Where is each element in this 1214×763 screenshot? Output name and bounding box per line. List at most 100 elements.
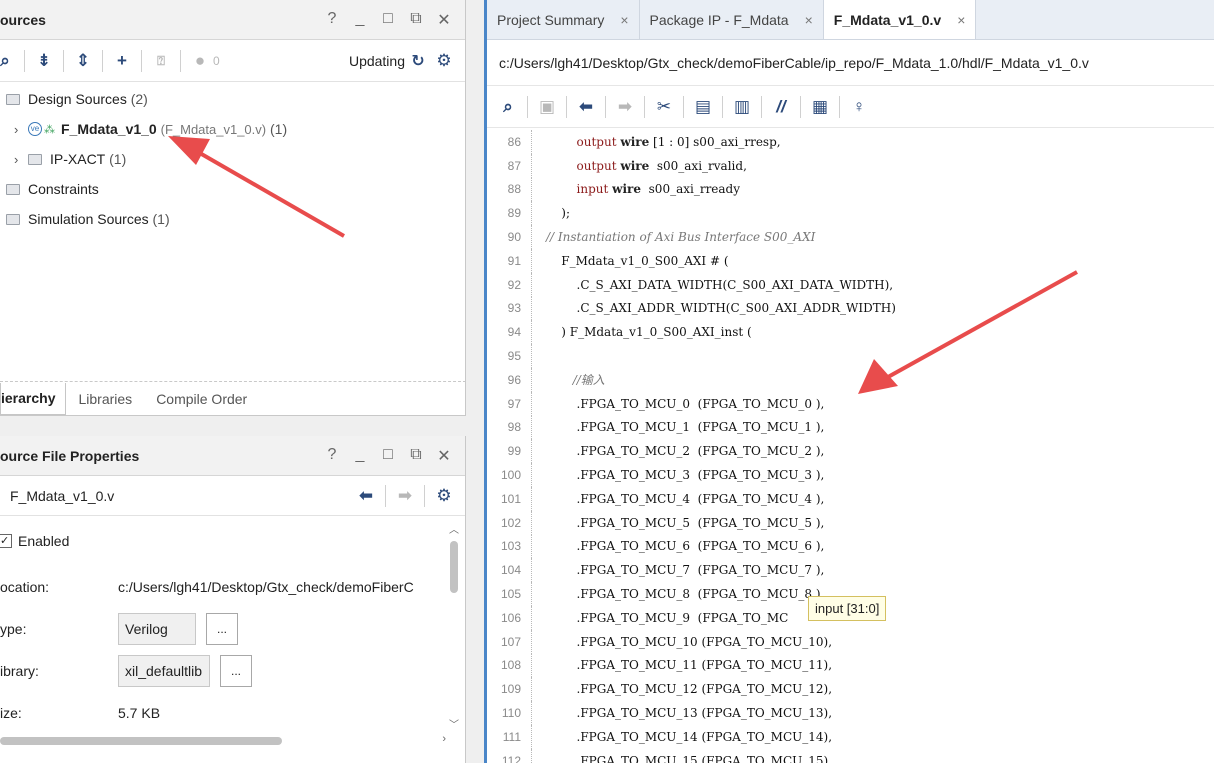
code-line[interactable]: 111 .FPGA_TO_MCU_14 (FPGA_TO_MCU_14), <box>487 724 1214 749</box>
column-select-icon[interactable]: ▦ <box>807 94 833 120</box>
search-icon[interactable]: ⌕ <box>0 48 18 74</box>
expand-all-icon[interactable]: ⇕ <box>70 48 96 74</box>
cut-icon[interactable]: ✂ <box>651 94 677 120</box>
code-line[interactable]: 110 .FPGA_TO_MCU_13 (FPGA_TO_MCU_13), <box>487 701 1214 725</box>
line-number: 110 <box>501 706 521 721</box>
help-icon[interactable]: ? <box>325 446 339 466</box>
type-label: ype: <box>0 621 27 637</box>
code-line[interactable]: 109 .FPGA_TO_MCU_12 (FPGA_TO_MCU_12), <box>487 677 1214 702</box>
code-line[interactable]: 108 .FPGA_TO_MCU_11 (FPGA_TO_MCU_11), <box>487 653 1214 678</box>
scroll-thumb[interactable] <box>450 541 458 593</box>
search-icon[interactable]: ⌕ <box>495 94 521 120</box>
code-line[interactable]: 104 .FPGA_TO_MCU_7 (FPGA_TO_MCU_7 ), <box>487 558 1214 583</box>
maximize-icon[interactable]: □ <box>381 446 395 466</box>
code-line[interactable]: 87 output wire s00_axi_rvalid, <box>487 153 1214 178</box>
type-field[interactable]: Verilog <box>118 613 196 645</box>
library-field[interactable]: xil_defaultlib <box>118 655 210 687</box>
back-arrow-icon[interactable]: ⬅ <box>353 483 379 509</box>
line-number: 112 <box>501 753 521 763</box>
scroll-right-icon[interactable]: › <box>442 733 446 745</box>
code-text: .FPGA_TO_MCU_12 (FPGA_TO_MCU_12), <box>546 682 833 697</box>
scroll-down-icon[interactable]: ﹀ <box>446 716 462 731</box>
settings-gear-icon[interactable]: ⚙ <box>431 48 457 74</box>
tree-item-detail: (F_Mdata_v1_0.v) <box>160 121 267 137</box>
chevron-right-icon[interactable]: › <box>14 122 28 137</box>
gutter <box>531 320 532 345</box>
redo-icon[interactable]: ➡ <box>612 94 638 120</box>
code-line[interactable]: 94 ) F_Mdata_v1_0_S00_AXI_inst ( <box>487 320 1214 345</box>
info-icon[interactable]: ⍰ <box>148 48 174 74</box>
tree-item-f-mdata[interactable]: › ve ⁂ F_Mdata_v1_0 (F_Mdata_v1_0.v) (1) <box>0 114 465 144</box>
properties-vertical-scrollbar[interactable]: ︿ ﹀ <box>446 521 462 731</box>
code-line[interactable]: 88 input wire s00_axi_rready <box>487 177 1214 202</box>
enabled-checkbox[interactable]: ✓ <box>0 534 12 548</box>
gutter <box>531 272 532 297</box>
code-line[interactable]: 100 .FPGA_TO_MCU_3 (FPGA_TO_MCU_3 ), <box>487 463 1214 487</box>
gutter <box>531 748 532 763</box>
collapse-all-icon[interactable]: ⇟ <box>31 48 57 74</box>
tree-item-constraints[interactable]: Constraints <box>0 174 465 204</box>
close-icon[interactable]: ✕ <box>437 446 451 466</box>
minimize-icon[interactable]: _ <box>353 446 367 466</box>
library-more-button[interactable]: ... <box>220 655 252 687</box>
scroll-up-icon[interactable]: ︿ <box>446 521 462 537</box>
code-line[interactable]: 95 <box>487 344 1214 368</box>
code-line[interactable]: 93 .C_S_AXI_ADDR_WIDTH(C_S00_AXI_ADDR_WI… <box>487 296 1214 321</box>
gutter <box>531 439 532 464</box>
tab-label: Package IP - F_Mdata <box>649 11 789 28</box>
tab-compile-order[interactable]: Compile Order <box>144 391 259 407</box>
tree-item-ip-xact[interactable]: › IP-XACT (1) <box>0 144 465 174</box>
help-icon[interactable]: ? <box>325 10 339 30</box>
refresh-icon[interactable]: ↻ <box>405 48 431 74</box>
code-line[interactable]: 103 .FPGA_TO_MCU_6 (FPGA_TO_MCU_6 ), <box>487 534 1214 559</box>
code-line[interactable]: 98 .FPGA_TO_MCU_1 (FPGA_TO_MCU_1 ), <box>487 415 1214 440</box>
close-tab-icon[interactable]: × <box>620 12 628 28</box>
code-line[interactable]: 86 output wire [1 : 0] s00_axi_rresp, <box>487 130 1214 154</box>
splitter[interactable] <box>466 0 484 763</box>
code-line[interactable]: 96 //输入 <box>487 367 1214 392</box>
tab-package-ip[interactable]: Package IP - F_Mdata × <box>640 0 824 39</box>
close-tab-icon[interactable]: × <box>805 12 813 28</box>
code-line[interactable]: 101 .FPGA_TO_MCU_4 (FPGA_TO_MCU_4 ), <box>487 486 1214 511</box>
close-icon[interactable]: ✕ <box>437 10 451 30</box>
code-line[interactable]: 91 F_Mdata_v1_0_S00_AXI # ( <box>487 248 1214 273</box>
code-line[interactable]: 89 ); <box>487 201 1214 226</box>
copy-icon[interactable]: ▤ <box>690 94 716 120</box>
properties-horizontal-scrollbar[interactable]: › <box>0 733 446 749</box>
save-icon[interactable]: ▣ <box>534 94 560 120</box>
code-line[interactable]: 102 .FPGA_TO_MCU_5 (FPGA_TO_MCU_5 ), <box>487 510 1214 535</box>
undo-icon[interactable]: ⬅ <box>573 94 599 120</box>
code-line[interactable]: 97 .FPGA_TO_MCU_0 (FPGA_TO_MCU_0 ), <box>487 391 1214 416</box>
maximize-icon[interactable]: □ <box>381 10 395 30</box>
add-icon[interactable]: + <box>109 48 135 74</box>
close-tab-icon[interactable]: × <box>957 12 965 28</box>
forward-arrow-icon[interactable]: ➡ <box>392 483 418 509</box>
paste-icon[interactable]: ▥ <box>729 94 755 120</box>
sources-tree: Design Sources (2) › ve ⁂ F_Mdata_v1_0 (… <box>0 82 465 234</box>
line-number: 92 <box>507 277 521 292</box>
tab-f-mdata-v1-0[interactable]: F_Mdata_v1_0.v × <box>823 0 977 39</box>
minimize-icon[interactable]: _ <box>353 10 367 30</box>
gutter <box>531 582 532 606</box>
code-area[interactable]: 86 output wire [1 : 0] s00_axi_rresp, 87 … <box>487 130 1214 763</box>
hover-tooltip: input [31:0] <box>808 596 887 621</box>
lightbulb-icon[interactable]: ♀ <box>846 94 872 120</box>
tree-item-simulation-sources[interactable]: Simulation Sources (1) <box>0 204 465 234</box>
comment-icon[interactable]: // <box>768 94 794 120</box>
chevron-right-icon[interactable]: › <box>14 152 28 167</box>
size-row: ize: 5.7 KB <box>0 692 465 734</box>
code-line[interactable]: 107 .FPGA_TO_MCU_10 (FPGA_TO_MCU_10), <box>487 629 1214 654</box>
code-line[interactable]: 112 .FPGA_TO_MCU_15 (FPGA_TO_MCU_15), <box>487 748 1214 763</box>
code-line[interactable]: 99 .FPGA_TO_MCU_2 (FPGA_TO_MCU_2 ), <box>487 439 1214 464</box>
float-icon[interactable]: ⧉ <box>409 446 423 466</box>
tab-project-summary[interactable]: Project Summary × <box>487 0 640 39</box>
settings-gear-icon[interactable]: ⚙ <box>431 483 457 509</box>
code-line[interactable]: 92 .C_S_AXI_DATA_WIDTH(C_S00_AXI_DATA_WI… <box>487 272 1214 297</box>
tree-item-design-sources[interactable]: Design Sources (2) <box>0 84 465 114</box>
tab-libraries[interactable]: Libraries <box>66 391 144 407</box>
code-line[interactable]: 90 // Instantiation of Axi Bus Interface … <box>487 225 1214 249</box>
float-icon[interactable]: ⧉ <box>409 10 423 30</box>
type-more-button[interactable]: ... <box>206 613 238 645</box>
scroll-thumb[interactable] <box>0 737 282 745</box>
tab-hierarchy[interactable]: ierarchy <box>0 382 67 415</box>
